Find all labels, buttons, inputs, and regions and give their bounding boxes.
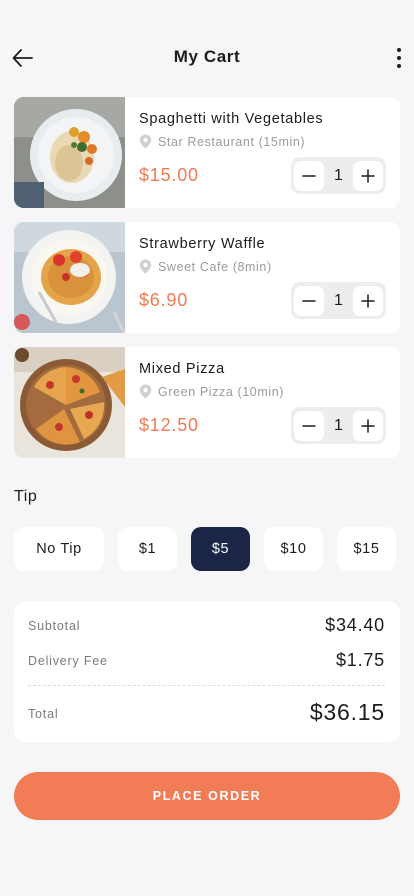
waffle-image [14, 222, 125, 333]
delivery-fee-value: $1.75 [335, 650, 385, 670]
subtotal-value: $34.40 [325, 615, 385, 635]
order-summary: Subtotal $34.40 Delivery Fee $1.75 Total… [14, 601, 400, 742]
decrease-quantity-button[interactable] [294, 285, 324, 316]
item-price: $15.00 [139, 165, 199, 185]
tip-heading: Tip [14, 488, 38, 505]
cart-item: Spaghetti with Vegetables Star Restauran… [14, 97, 400, 208]
item-price: $6.90 [139, 290, 189, 310]
item-location: Green Pizza (10min) [139, 384, 284, 399]
tip-option-15[interactable]: $15 [337, 527, 396, 571]
quantity-value: 1 [334, 416, 343, 434]
location-pin-icon [139, 384, 152, 399]
page-title: My Cart [173, 47, 241, 66]
quantity-value: 1 [334, 291, 343, 309]
summary-divider [28, 685, 385, 686]
subtotal-label: Subtotal [28, 619, 81, 633]
item-name: Mixed Pizza [139, 361, 225, 377]
item-price: $12.50 [139, 415, 199, 435]
increase-quantity-button[interactable] [353, 285, 383, 316]
tip-options: No Tip $1 $5 $10 $15 [14, 527, 400, 571]
minus-icon [302, 174, 316, 177]
spaghetti-image [14, 97, 125, 208]
tip-option-no-tip[interactable]: No Tip [14, 527, 104, 571]
location-pin-icon [139, 259, 152, 274]
item-location-text: Sweet Cafe (8min) [158, 259, 272, 274]
place-order-button[interactable]: PLACE ORDER [14, 772, 400, 820]
minus-icon [302, 299, 316, 302]
plus-icon [361, 168, 375, 183]
tip-option-5[interactable]: $5 [191, 527, 250, 571]
cart-item: Mixed Pizza Green Pizza (10min) $12.50 1 [14, 347, 400, 458]
location-pin-icon [139, 134, 152, 149]
increase-quantity-button[interactable] [353, 410, 383, 441]
cart-item: Strawberry Waffle Sweet Cafe (8min) $6.9… [14, 222, 400, 333]
item-location-text: Star Restaurant (15min) [158, 134, 306, 149]
quantity-stepper: 1 [291, 407, 386, 444]
item-location-text: Green Pizza (10min) [158, 384, 285, 399]
item-name: Spaghetti with Vegetables [139, 111, 324, 127]
item-location: Sweet Cafe (8min) [139, 259, 272, 274]
item-location: Star Restaurant (15min) [139, 134, 305, 149]
more-vertical-icon [397, 48, 401, 52]
minus-icon [302, 424, 316, 427]
tip-option-1[interactable]: $1 [118, 527, 177, 571]
decrease-quantity-button[interactable] [294, 160, 324, 191]
tip-option-10[interactable]: $10 [264, 527, 323, 571]
decrease-quantity-button[interactable] [294, 410, 324, 441]
item-name: Strawberry Waffle [139, 236, 266, 252]
increase-quantity-button[interactable] [353, 160, 383, 191]
pizza-image [14, 347, 125, 458]
plus-icon [361, 418, 375, 433]
quantity-value: 1 [334, 166, 343, 184]
more-options-button[interactable] [392, 44, 406, 72]
quantity-stepper: 1 [291, 157, 386, 194]
quantity-stepper: 1 [291, 282, 386, 319]
header: My Cart [0, 0, 414, 96]
total-label: Total [28, 707, 59, 721]
delivery-fee-label: Delivery Fee [28, 654, 108, 668]
plus-icon [361, 293, 375, 308]
total-value: $36.15 [309, 699, 385, 725]
